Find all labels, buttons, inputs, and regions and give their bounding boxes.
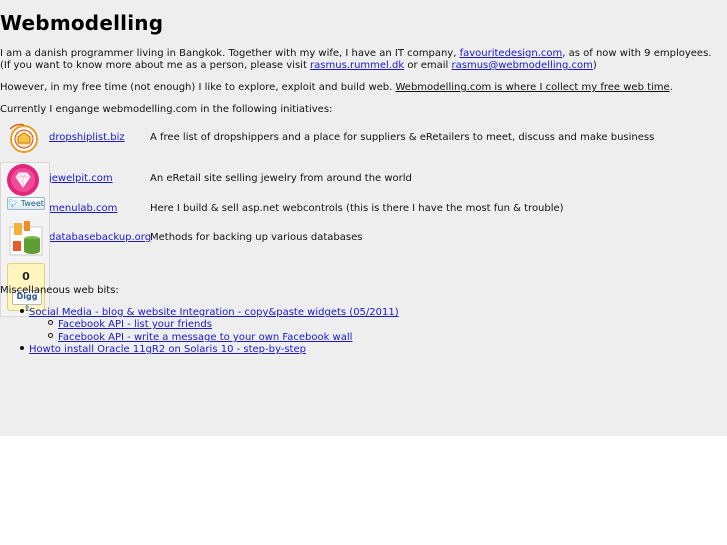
database-icon	[9, 221, 43, 256]
bullet-icon	[20, 309, 24, 313]
intro-text: or email	[404, 60, 452, 71]
social-media-integration-link[interactable]: Social Media - blog & website Integratio…	[29, 307, 399, 318]
bullet-icon	[20, 346, 24, 350]
menulab-link[interactable]: menulab.com	[49, 203, 117, 215]
initiatives-intro: Currently I engange webmodelling.com in …	[0, 104, 333, 115]
digg-count: 0	[22, 270, 30, 283]
list-item: Facebook API - list your friends	[48, 319, 212, 331]
facebook-write-wall-link[interactable]: Facebook API - write a message to your o…	[58, 332, 352, 343]
list-item: Facebook API - write a message to your o…	[48, 332, 352, 344]
databasebackup-link[interactable]: databasebackup.org	[49, 232, 151, 244]
initiative-row-menulab: menulab.com Here I build & sell asp.net …	[0, 197, 720, 221]
list-item: Social Media - blog & website Integratio…	[20, 307, 399, 319]
circle-bullet-icon	[48, 320, 53, 325]
webmodelling-link[interactable]: Webmodelling.com is where I collect my f…	[396, 82, 670, 93]
email-link[interactable]: rasmus@webmodelling.com	[452, 60, 593, 71]
intro-line-contact: (If you want to know more about me as a …	[0, 60, 597, 72]
intro-line-company: I am a danish programmer living in Bangk…	[0, 48, 711, 60]
initiative-row-databasebackup: databasebackup.org Methods for backing u…	[0, 226, 720, 250]
misc-heading: Miscellaneous web bits:	[0, 285, 119, 296]
jewelpit-link[interactable]: jewelpit.com	[49, 173, 113, 185]
intro-text: (If you want to know more about me as a …	[0, 60, 311, 71]
twitter-bird-icon: 🐦︎	[8, 199, 19, 208]
favouritedesign-link[interactable]: favouritedesign.com	[460, 48, 563, 59]
intro-text: I am a danish programmer living in Bangk…	[0, 48, 460, 59]
intro-text: However, in my free time (not enough) I …	[0, 82, 396, 93]
tweet-label: Tweet	[20, 199, 44, 208]
page-content-area: Webmodelling I am a danish programmer li…	[0, 0, 727, 436]
databasebackup-description: Methods for backing up various databases	[150, 232, 363, 243]
menulab-description: Here I build & sell asp.net webcontrols …	[150, 203, 564, 214]
dropshiplist-link[interactable]: dropshiplist.biz	[49, 132, 125, 144]
dropship-logo-icon	[9, 123, 38, 153]
rasmus-rummel-link[interactable]: rasmus.rummel.dk	[310, 60, 404, 71]
initiative-row-jewelpit: jewelpit.com An eRetail site selling jew…	[0, 167, 720, 191]
oracle-install-link[interactable]: Howto install Oracle 11gR2 on Solaris 10…	[29, 344, 306, 355]
circle-bullet-icon	[48, 333, 53, 338]
dropshiplist-description: A free list of dropshippers and a place …	[150, 132, 655, 143]
intro-line-freetime: However, in my free time (not enough) I …	[0, 82, 673, 94]
intro-text: .	[669, 82, 673, 93]
jewelpit-description: An eRetail site selling jewelry from aro…	[150, 173, 412, 184]
intro-text: )	[592, 60, 597, 71]
page-title: Webmodelling	[0, 11, 164, 35]
initiative-row-dropshiplist: dropshiplist.biz A free list of dropship…	[0, 123, 720, 153]
intro-text: , as of now with 9 employees.	[562, 48, 712, 59]
facebook-list-friends-link[interactable]: Facebook API - list your friends	[58, 319, 212, 330]
tweet-button[interactable]: 🐦︎ Tweet	[7, 197, 45, 210]
diamond-icon	[7, 164, 39, 196]
list-item: Howto install Oracle 11gR2 on Solaris 10…	[20, 344, 306, 356]
